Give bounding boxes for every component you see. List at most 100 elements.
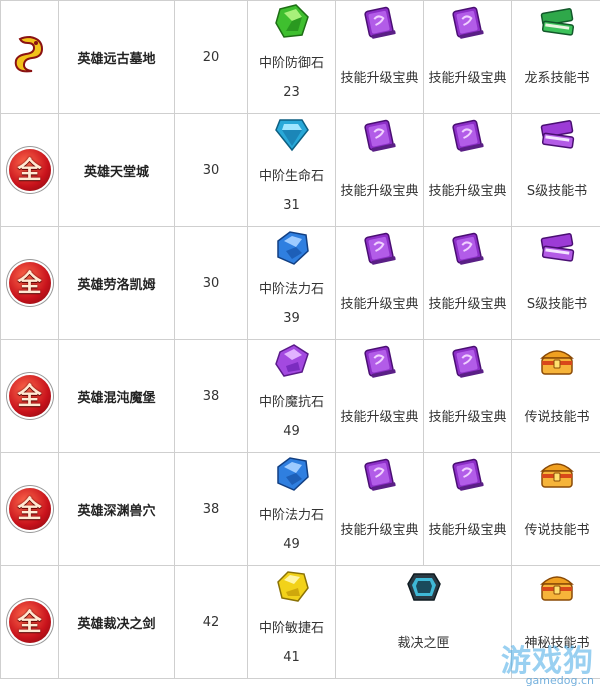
reward-icon-cell [335, 565, 512, 608]
reward-icon-cell [511, 452, 600, 495]
dungeon-name: 英雄裁决之剑 [58, 565, 175, 679]
reward-label-cell: 中阶魔抗石 49 [247, 382, 336, 453]
reward-count: 41 [283, 650, 300, 665]
reward-icon-cell [511, 339, 600, 382]
reward-label-cell: 技能升级宝典 [423, 156, 512, 227]
dungeon-name: 英雄深渊兽穴 [58, 452, 175, 566]
reward-icon-cell [335, 339, 424, 382]
reward-name: 技能升级宝典 [428, 183, 507, 199]
purple-book-icon [336, 116, 423, 154]
reward-count: 49 [283, 537, 300, 552]
reward-label-cell: 技能升级宝典 [335, 156, 424, 227]
reward-icon-cell [511, 565, 600, 608]
reward-icon-cell [423, 226, 512, 269]
reward-name: 技能升级宝典 [340, 296, 419, 312]
reward-name: 中阶法力石 [258, 508, 324, 523]
reward-label-cell: 技能升级宝典 [423, 382, 512, 453]
quan-badge-icon: 全 [8, 262, 51, 304]
reward-name: 龙系技能书 [524, 70, 590, 86]
reward-name: 技能升级宝典 [340, 522, 419, 538]
reward-name: S级技能书 [526, 183, 588, 199]
reward-name: S级技能书 [526, 296, 588, 312]
reward-label-cell: 中阶敏捷石 41 [247, 608, 336, 679]
reward-icon-cell [335, 0, 424, 43]
yellow-gem-icon [248, 568, 335, 606]
reward-label-cell: 中阶防御石 23 [247, 43, 336, 114]
reward-name: 技能升级宝典 [428, 70, 507, 86]
reward-icon-cell [511, 0, 600, 43]
reward-name: 中阶防御石 [258, 56, 324, 71]
dungeon-level: 38 [174, 452, 248, 566]
reward-name: 传说技能书 [524, 409, 590, 425]
purple-book-icon [336, 229, 423, 267]
reward-icon-cell [335, 226, 424, 269]
blue-gem-icon [248, 455, 335, 493]
reward-name: 中阶生命石 [258, 169, 324, 184]
reward-name: 传说技能书 [524, 522, 590, 538]
purple-book-icon [424, 455, 511, 493]
dungeon-icon-cell: 全 [0, 226, 59, 340]
reward-icon-cell [247, 226, 336, 269]
dungeon-row: 全英雄天堂城 30 [0, 113, 600, 227]
reward-label-cell: S级技能书 [511, 269, 600, 340]
reward-label-cell: 技能升级宝典 [423, 269, 512, 340]
dungeon-name: 英雄远古墓地 [58, 0, 175, 114]
reward-name: 技能升级宝典 [340, 183, 419, 199]
dungeon-icon-cell: 全 [0, 339, 59, 453]
quan-badge-icon: 全 [8, 149, 51, 191]
reward-icon-cell [247, 339, 336, 382]
reward-name: 中阶敏捷石 [258, 621, 324, 636]
purple-book-icon [336, 342, 423, 380]
reward-label-cell: 传说技能书 [511, 382, 600, 453]
reward-label-cell: 技能升级宝典 [423, 43, 512, 114]
reward-icon-cell [247, 0, 336, 43]
blue-gem-icon [248, 229, 335, 267]
dungeon-icon-cell: 全 [0, 452, 59, 566]
dungeon-icon-cell [0, 0, 59, 114]
treasure-chest-icon [512, 342, 600, 380]
dungeon-level: 20 [174, 0, 248, 114]
dungeon-row: 全英雄劳洛凯姆 30 [0, 226, 600, 340]
reward-count: 39 [283, 311, 300, 326]
reward-icon-cell [511, 226, 600, 269]
reward-label-cell: 中阶法力石 49 [247, 495, 336, 566]
dungeon-row: 全英雄混沌魔堡 38 [0, 339, 600, 453]
reward-label-cell: S级技能书 [511, 156, 600, 227]
reward-icon-cell [247, 113, 336, 156]
dungeon-icon-cell: 全 [0, 565, 59, 679]
reward-label-cell: 裁决之匣 [335, 608, 512, 679]
dungeon-level: 38 [174, 339, 248, 453]
purple-books-icon [512, 229, 600, 267]
purple-book-icon [424, 3, 511, 41]
dragon-icon [10, 33, 50, 77]
reward-label-cell: 龙系技能书 [511, 43, 600, 114]
reward-icon-cell [423, 452, 512, 495]
reward-label-cell: 中阶法力石 39 [247, 269, 336, 340]
reward-count: 49 [283, 424, 300, 439]
dungeon-row: 全英雄深渊兽穴 38 [0, 452, 600, 566]
reward-name: 中阶魔抗石 [258, 395, 324, 410]
quan-badge-icon: 全 [8, 488, 51, 530]
reward-name: 技能升级宝典 [428, 522, 507, 538]
reward-count: 31 [283, 198, 300, 213]
purple-book-icon [424, 342, 511, 380]
reward-name: 神秘技能书 [524, 635, 590, 651]
dungeon-level: 30 [174, 113, 248, 227]
reward-icon-cell [423, 113, 512, 156]
reward-name: 技能升级宝典 [428, 296, 507, 312]
judgement-box-icon [336, 568, 511, 606]
dungeon-level: 30 [174, 226, 248, 340]
reward-icon-cell [511, 113, 600, 156]
reward-label-cell: 神秘技能书 [511, 608, 600, 679]
reward-label-cell: 传说技能书 [511, 495, 600, 566]
dungeon-level: 42 [174, 565, 248, 679]
violet-gem-icon [248, 342, 335, 380]
reward-icon-cell [335, 113, 424, 156]
reward-icon-cell [247, 452, 336, 495]
purple-book-icon [336, 3, 423, 41]
reward-label-cell: 中阶生命石 31 [247, 156, 336, 227]
reward-label-cell: 技能升级宝典 [335, 495, 424, 566]
treasure-chest-icon [512, 455, 600, 493]
reward-label-cell: 技能升级宝典 [335, 269, 424, 340]
dungeon-row: 英雄远古墓地 20 [0, 0, 600, 114]
